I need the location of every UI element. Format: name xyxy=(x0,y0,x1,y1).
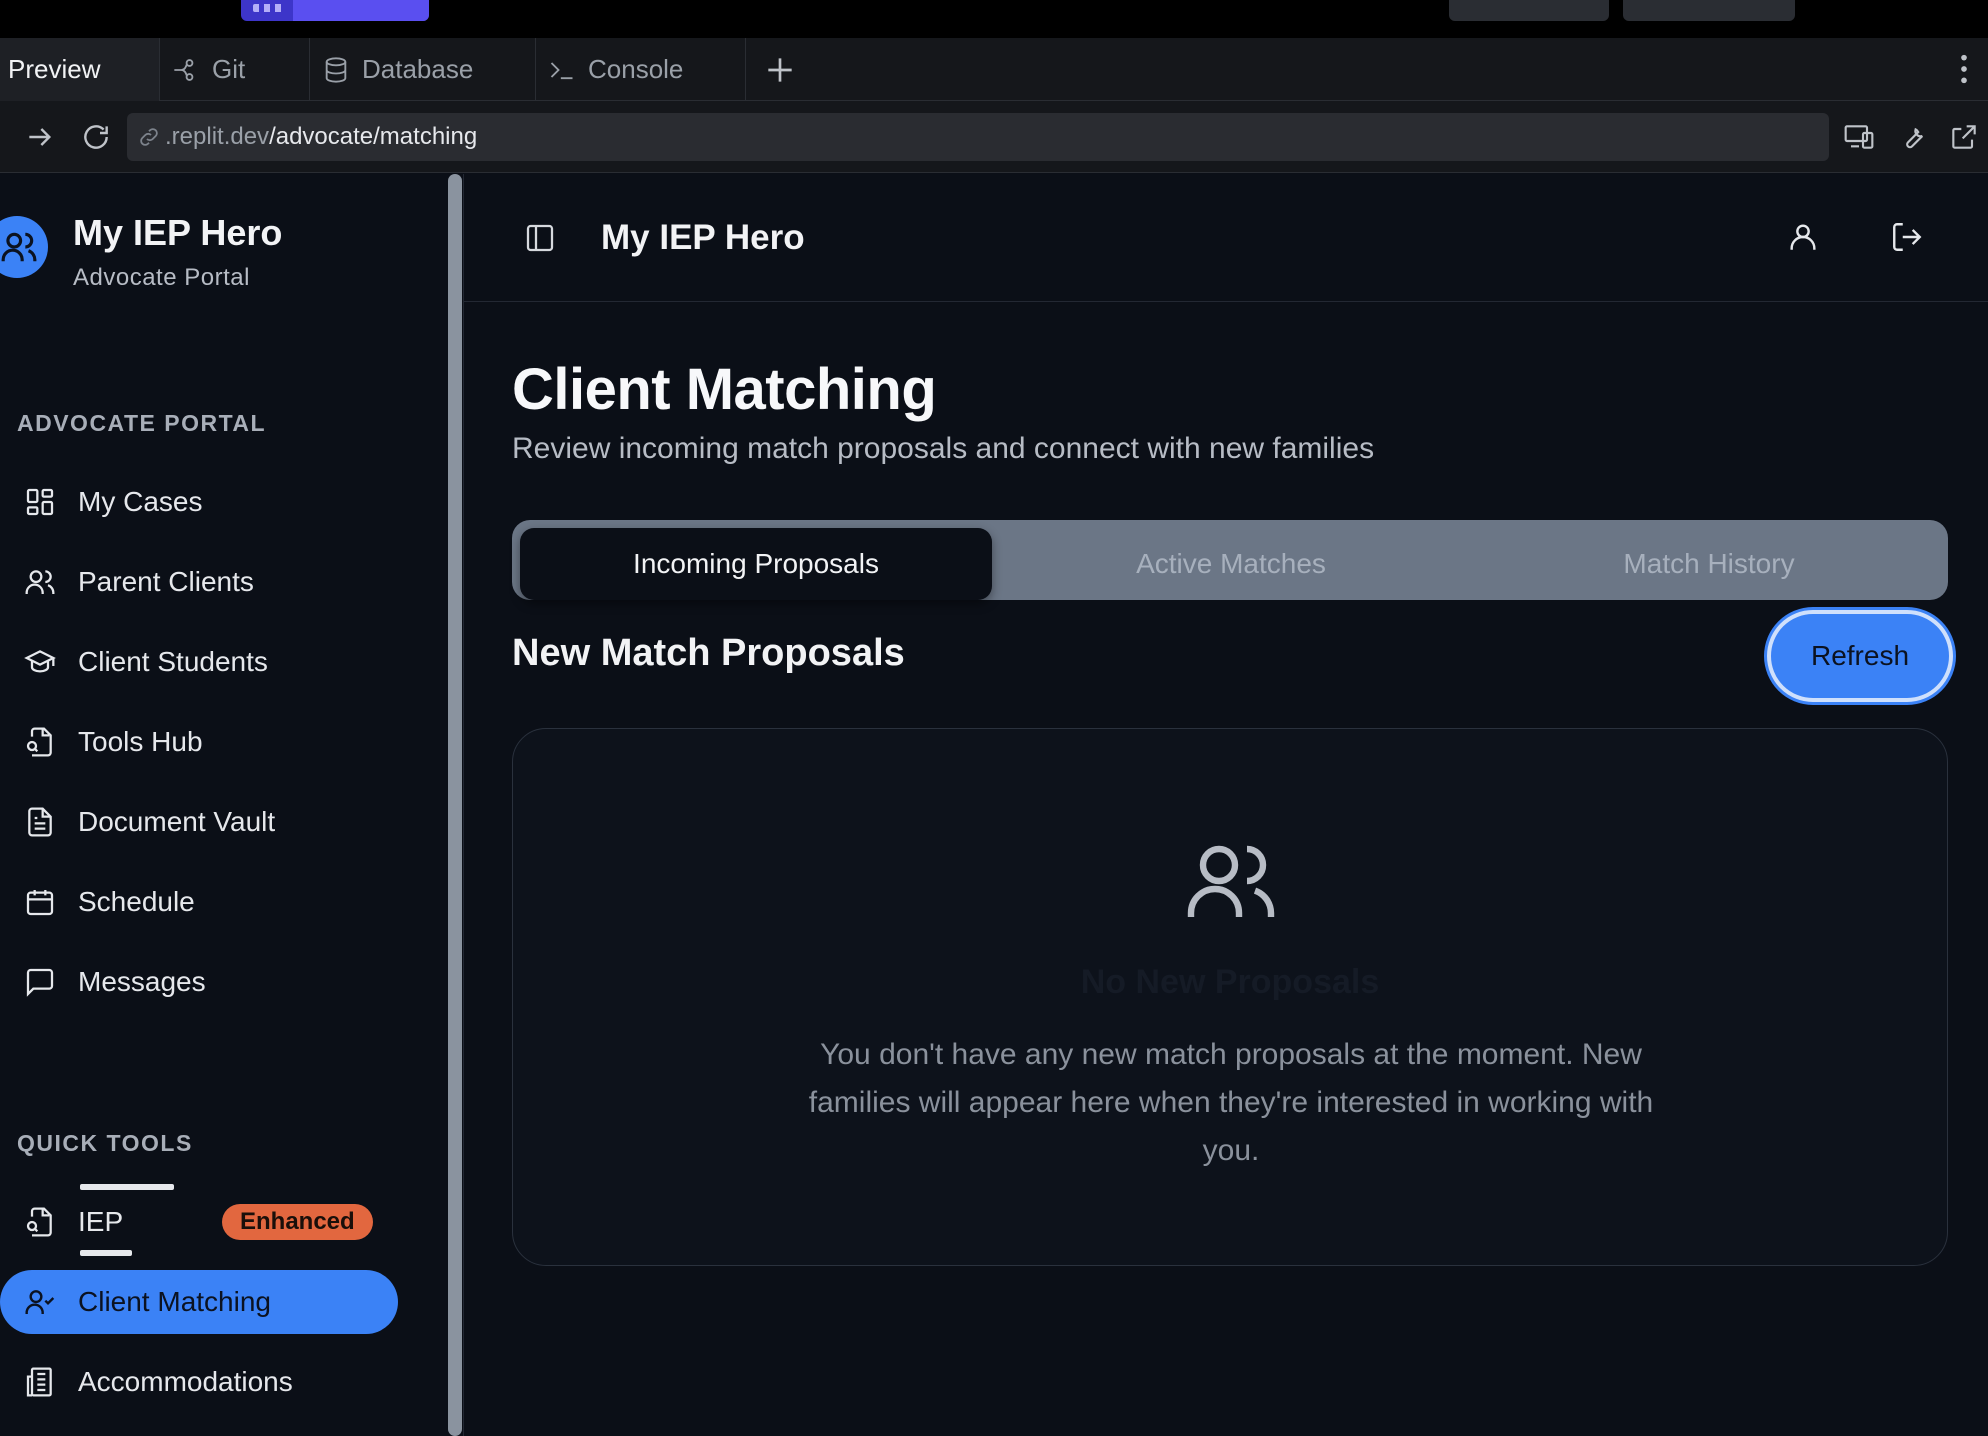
wrench-icon[interactable] xyxy=(1896,121,1928,153)
url-host: .replit.dev xyxy=(165,123,270,150)
git-icon xyxy=(174,58,194,81)
browser-url-bar: .replit.dev/advocate/matching xyxy=(0,101,1988,173)
scrollbar-thumb[interactable] xyxy=(448,174,462,1436)
url-input[interactable]: .replit.dev/advocate/matching xyxy=(127,113,1829,161)
sidebar-item-label: Document Vault xyxy=(78,806,276,837)
sidebar-item-label: Parent Clients xyxy=(78,566,254,597)
header-title: My IEP Hero xyxy=(601,218,805,257)
plus-icon[interactable] xyxy=(760,50,800,90)
sidebar-item-label: Accommodations xyxy=(78,1366,293,1397)
building-icon xyxy=(26,1367,52,1397)
sidebar-item-messages[interactable]: Messages xyxy=(0,950,398,1014)
sidebar-scrollbar[interactable] xyxy=(446,174,464,1436)
sidebar-item-schedule[interactable]: Schedule xyxy=(0,870,398,934)
sidebar-item-tools-hub[interactable]: Tools Hub xyxy=(0,710,398,774)
sidebar-item-document-vault[interactable]: Document Vault xyxy=(0,790,398,854)
tab-label: Git xyxy=(212,54,246,84)
sidebar-item-label: Messages xyxy=(78,966,206,997)
section-label-quick-tools: QUICK TOOLS xyxy=(17,1130,193,1156)
sidebar-item-client-matching[interactable]: Client Matching xyxy=(0,1270,398,1334)
users-icon xyxy=(1187,845,1275,917)
layout-grid-icon xyxy=(26,488,54,516)
sidebar-item-label: Client Matching xyxy=(78,1286,271,1317)
tab-incoming-proposals[interactable]: Incoming Proposals xyxy=(520,528,992,600)
file-text-icon xyxy=(28,807,52,837)
user-check-icon xyxy=(25,1290,55,1314)
devices-icon[interactable] xyxy=(1843,121,1875,153)
url-path: /advocate/matching xyxy=(269,123,478,150)
page-title: Client Matching xyxy=(512,357,937,422)
refresh-button[interactable]: Refresh xyxy=(1767,610,1953,702)
users-icon xyxy=(25,570,55,594)
sidebar-item-accommodations[interactable]: Accommodations xyxy=(0,1350,398,1414)
os-top-bar xyxy=(0,0,1988,38)
logout-icon[interactable] xyxy=(1890,220,1924,254)
external-link-icon[interactable] xyxy=(1948,121,1980,153)
user-icon[interactable] xyxy=(1786,220,1820,254)
console-icon xyxy=(550,61,573,79)
reload-icon[interactable] xyxy=(80,121,112,153)
tab-console[interactable]: Console xyxy=(536,38,746,101)
file-search-icon xyxy=(26,1207,52,1237)
workspace-pill-label xyxy=(293,0,429,21)
tab-label: Preview xyxy=(8,54,101,84)
more-vertical-icon[interactable] xyxy=(1952,52,1976,86)
sidebar-item-client-students[interactable]: Client Students xyxy=(0,630,398,694)
link-icon xyxy=(140,128,158,146)
brand-title: My IEP Hero xyxy=(73,212,283,253)
page-subtitle: Review incoming match proposals and conn… xyxy=(512,432,1375,465)
empty-state-title: No New Proposals xyxy=(1080,963,1380,1001)
sidebar-item-my-cases[interactable]: My Cases xyxy=(0,470,398,534)
tab-git[interactable]: Git xyxy=(160,38,310,101)
sidebar-item-label: IEP xyxy=(78,1206,124,1237)
tab-label: Console xyxy=(588,54,684,84)
app-header: My IEP Hero xyxy=(464,174,1988,302)
file-search-icon xyxy=(26,727,52,757)
clipped-text-bottom xyxy=(80,1250,132,1256)
top-pill-right[interactable] xyxy=(1623,0,1795,21)
empty-state-card: No New Proposals You don't have any new … xyxy=(512,728,1948,1266)
enhanced-badge: Enhanced xyxy=(222,1204,373,1240)
arrow-right-icon[interactable] xyxy=(24,121,56,153)
section-title: New Match Proposals xyxy=(512,632,905,674)
section-label-advocate-portal: ADVOCATE PORTAL xyxy=(17,410,267,436)
sidebar-item-parent-clients[interactable]: Parent Clients xyxy=(0,550,398,614)
sidebar-item-label: Client Students xyxy=(78,646,268,677)
database-icon xyxy=(325,56,347,83)
browser-tab-bar: Preview Git Database Console xyxy=(0,38,1988,101)
workspace-pill[interactable] xyxy=(241,0,429,21)
tab-database[interactable]: Database xyxy=(310,38,536,101)
sidebar-item-label: My Cases xyxy=(78,486,203,517)
brand-subtitle: Advocate Portal xyxy=(73,264,250,291)
top-pill-left[interactable] xyxy=(1449,0,1609,21)
tab-preview[interactable]: Preview xyxy=(0,38,160,101)
tab-match-history[interactable]: Match History xyxy=(1470,528,1948,600)
tab-list: Incoming Proposals Active Matches Match … xyxy=(512,520,1948,600)
sidebar-item-label: Tools Hub xyxy=(78,726,203,757)
graduation-cap-icon xyxy=(24,650,56,673)
sidebar-divider xyxy=(463,174,464,1436)
tab-label: Database xyxy=(362,54,474,84)
tab-active-matches[interactable]: Active Matches xyxy=(992,528,1470,600)
users-icon xyxy=(1,232,37,262)
calendar-icon xyxy=(26,890,54,916)
workspace-logo xyxy=(253,4,283,12)
sidebar-toggle-icon[interactable] xyxy=(524,222,556,254)
empty-state-text: You don't have any new match proposals a… xyxy=(808,1038,1654,1167)
sidebar-item-label: Schedule xyxy=(78,886,195,917)
message-square-icon xyxy=(26,968,54,997)
